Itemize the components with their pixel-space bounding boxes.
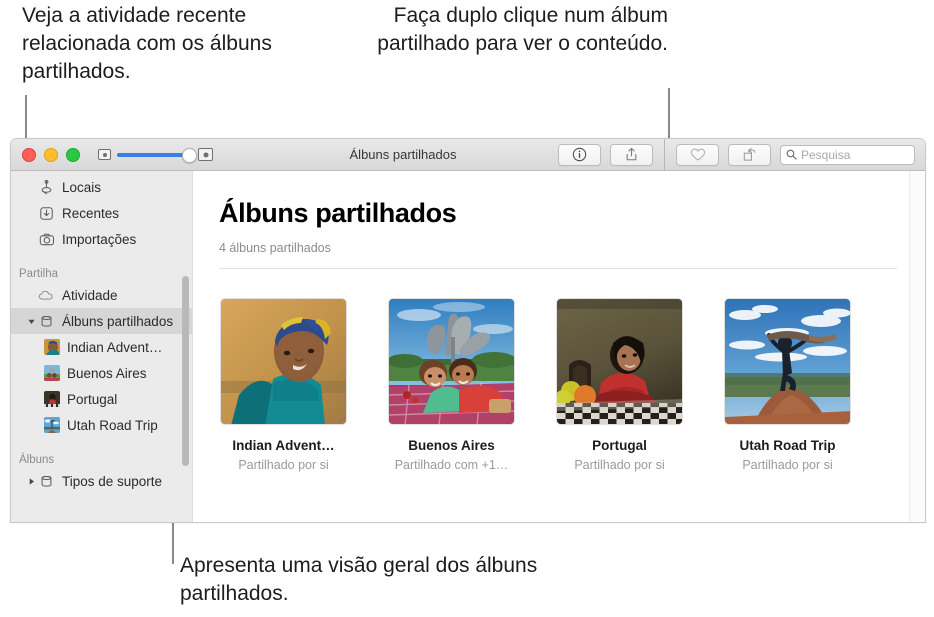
share-button[interactable] <box>610 143 653 166</box>
sidebar-scrollbar[interactable] <box>182 276 189 466</box>
sidebar-item-label: Portugal <box>67 391 118 407</box>
minimize-window-button[interactable] <box>44 147 58 162</box>
content-area: Álbuns partilhados 4 álbuns partilhados <box>193 171 925 522</box>
sidebar-item-importacoes[interactable]: Importações <box>11 226 192 252</box>
photos-app-window: Álbuns partilhados Pesquisa Locais Recen… <box>10 138 926 523</box>
indian-adventure-thumb <box>44 339 60 355</box>
callout-text-activity: Veja a atividade recente relacionada com… <box>22 4 272 83</box>
indian-adventure-thumb[interactable] <box>220 298 347 425</box>
sidebar-item-label: Recentes <box>62 205 120 221</box>
sidebar-item-portugal[interactable]: Portugal <box>11 386 192 412</box>
thumbnail-zoom-slider[interactable] <box>98 147 213 163</box>
toolbar-divider <box>664 139 665 170</box>
album-title: Indian Advent… <box>232 438 335 453</box>
album-card-buenos-aires[interactable]: Buenos Aires Partilhado com +1… <box>387 298 516 472</box>
sidebar-section-header-partilha: Partilha <box>19 268 58 280</box>
album-stack-icon <box>38 314 55 329</box>
location-pin-icon <box>38 179 55 195</box>
info-circle-icon <box>572 147 587 162</box>
search-icon <box>786 149 797 160</box>
sidebar-item-buenos-aires[interactable]: Buenos Aires <box>11 360 192 386</box>
album-card-utah-road-trip[interactable]: Utah Road Trip Partilhado por si <box>723 298 852 472</box>
rotate-icon <box>742 147 758 162</box>
sidebar-item-utah-road-trip[interactable]: Utah Road Trip <box>11 412 192 438</box>
search-input[interactable]: Pesquisa <box>780 144 915 165</box>
window-controls <box>22 147 80 162</box>
portugal-thumb[interactable] <box>556 298 683 425</box>
sidebar-item-label: Tipos de suporte <box>62 473 163 489</box>
album-grid: Indian Advent… Partilhado por si Buenos … <box>219 298 925 472</box>
download-tray-icon <box>38 206 55 221</box>
sidebar: Locais Recentes Importações Partilha Ati… <box>11 171 193 522</box>
zoom-slider-knob[interactable] <box>182 147 197 163</box>
sidebar-item-label: Atividade <box>62 287 118 303</box>
sidebar-item-label: Álbuns partilhados <box>62 313 174 329</box>
info-button[interactable] <box>558 143 601 166</box>
album-title: Portugal <box>592 438 647 453</box>
divider <box>219 268 897 269</box>
utah-road-trip-thumb <box>44 417 60 433</box>
sidebar-item-albuns-partilhados[interactable]: Álbuns partilhados <box>11 308 192 334</box>
sidebar-item-tipos-de-suporte[interactable]: Tipos de suporte <box>11 468 192 494</box>
sidebar-item-label: Locais <box>62 179 102 195</box>
album-title: Buenos Aires <box>408 438 495 453</box>
chevron-right-icon[interactable] <box>25 477 37 486</box>
content-scrollbar[interactable] <box>909 171 925 522</box>
sidebar-item-atividade[interactable]: Atividade <box>11 282 192 308</box>
album-count-label: 4 álbuns partilhados <box>219 241 331 255</box>
chevron-down-icon[interactable] <box>25 317 37 326</box>
window-titlebar: Álbuns partilhados Pesquisa <box>11 139 925 171</box>
close-window-button[interactable] <box>22 147 36 162</box>
sidebar-item-recentes[interactable]: Recentes <box>11 200 192 226</box>
camera-icon <box>38 232 55 247</box>
search-placeholder: Pesquisa <box>801 147 851 162</box>
heart-icon <box>690 147 706 162</box>
page-title: Álbuns partilhados <box>219 198 457 228</box>
buenos-aires-thumb <box>44 365 60 381</box>
album-title: Utah Road Trip <box>739 438 836 453</box>
window-body: Locais Recentes Importações Partilha Ati… <box>11 171 925 522</box>
album-card-portugal[interactable]: Portugal Partilhado por si <box>555 298 684 472</box>
buenos-aires-thumb[interactable] <box>388 298 515 425</box>
sidebar-item-label: Indian Advent… <box>67 339 163 355</box>
album-subtitle: Partilhado com +1… <box>394 458 509 472</box>
sidebar-item-label: Importações <box>62 231 137 247</box>
album-subtitle: Partilhado por si <box>238 458 329 472</box>
album-subtitle: Partilhado por si <box>742 458 833 472</box>
favorite-button[interactable] <box>676 143 719 166</box>
callout-text-double-click: Faça duplo clique num álbum partilhado p… <box>377 4 668 55</box>
sidebar-item-label: Buenos Aires <box>67 365 147 381</box>
portugal-thumb <box>44 391 60 407</box>
cloud-icon <box>38 289 55 302</box>
small-thumbnail-icon <box>98 149 111 160</box>
toolbar: Pesquisa <box>558 139 915 170</box>
callout-text-overview: Apresenta uma visão geral dos álbuns par… <box>180 554 538 605</box>
sidebar-item-label: Utah Road Trip <box>67 417 158 433</box>
album-subtitle: Partilhado por si <box>574 458 665 472</box>
album-card-indian-adventure[interactable]: Indian Advent… Partilhado por si <box>219 298 348 472</box>
maximize-window-button[interactable] <box>66 147 80 162</box>
zoom-slider-track[interactable] <box>117 147 197 163</box>
rotate-button[interactable] <box>728 143 771 166</box>
sidebar-section-header-albuns: Álbuns <box>19 454 55 466</box>
sidebar-item-indian-adventure[interactable]: Indian Advent… <box>11 334 192 360</box>
share-icon <box>624 147 639 162</box>
album-stack-icon <box>38 474 55 489</box>
utah-road-trip-thumb[interactable] <box>724 298 851 425</box>
sidebar-item-locais[interactable]: Locais <box>11 174 192 200</box>
large-thumbnail-icon <box>198 148 213 161</box>
